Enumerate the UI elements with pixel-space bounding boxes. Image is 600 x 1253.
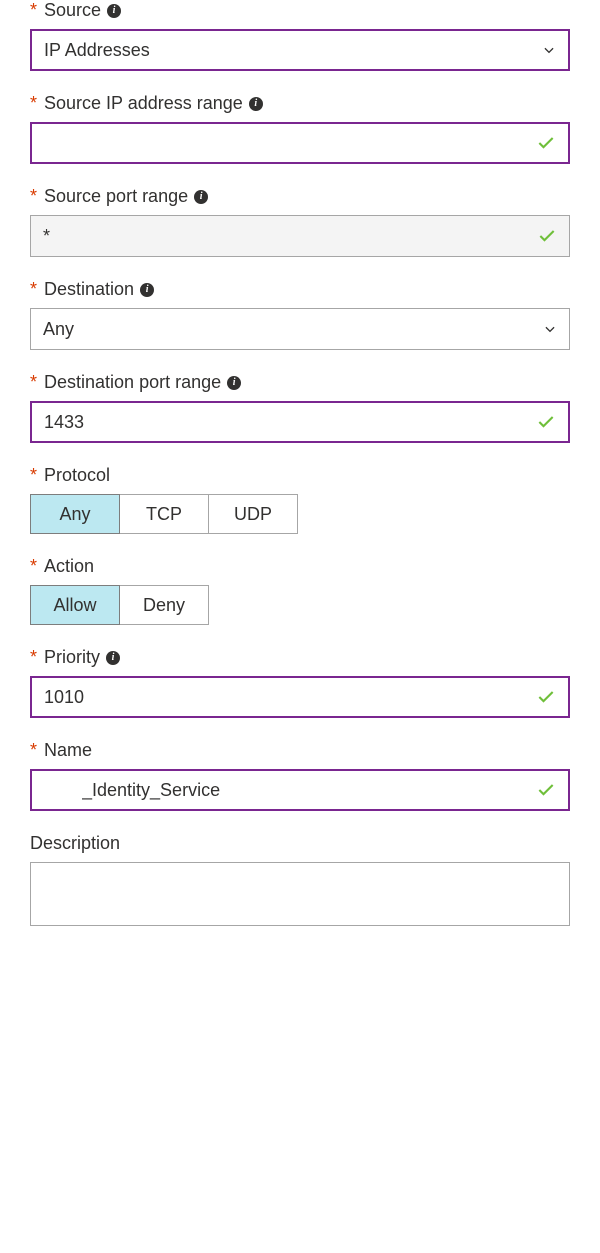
- check-icon: [536, 133, 556, 153]
- destination-port-range-label-row: * Destination port range i: [30, 372, 570, 393]
- description-input[interactable]: [30, 862, 570, 926]
- action-label-row: * Action: [30, 556, 570, 577]
- destination-port-range-input[interactable]: [44, 412, 536, 433]
- source-port-range-label: Source port range: [44, 186, 188, 207]
- info-icon[interactable]: i: [194, 190, 208, 204]
- protocol-option-udp[interactable]: UDP: [208, 494, 298, 534]
- source-ip-range-field[interactable]: [30, 122, 570, 164]
- info-icon[interactable]: i: [227, 376, 241, 390]
- destination-select[interactable]: Any: [30, 308, 570, 350]
- check-icon: [536, 780, 556, 800]
- source-ip-range-label: Source IP address range: [44, 93, 243, 114]
- required-marker: *: [30, 186, 37, 207]
- name-label: Name: [44, 740, 92, 761]
- source-label-row: * Source i: [30, 0, 570, 21]
- source-label: Source: [44, 0, 101, 21]
- description-group: Description: [30, 833, 570, 931]
- info-icon[interactable]: i: [249, 97, 263, 111]
- destination-group: * Destination i Any: [30, 279, 570, 350]
- priority-label: Priority: [44, 647, 100, 668]
- destination-port-range-group: * Destination port range i: [30, 372, 570, 443]
- action-label: Action: [44, 556, 94, 577]
- name-field[interactable]: [30, 769, 570, 811]
- action-options: Allow Deny: [30, 585, 570, 625]
- name-label-row: * Name: [30, 740, 570, 761]
- source-ip-range-label-row: * Source IP address range i: [30, 93, 570, 114]
- priority-group: * Priority i: [30, 647, 570, 718]
- check-icon: [536, 687, 556, 707]
- destination-label-row: * Destination i: [30, 279, 570, 300]
- chevron-down-icon: [543, 322, 557, 336]
- description-label-row: Description: [30, 833, 570, 854]
- priority-input[interactable]: [44, 687, 536, 708]
- required-marker: *: [30, 556, 37, 577]
- name-group: * Name: [30, 740, 570, 811]
- source-port-range-input[interactable]: [43, 226, 537, 247]
- action-group: * Action Allow Deny: [30, 556, 570, 625]
- required-marker: *: [30, 647, 37, 668]
- protocol-label: Protocol: [44, 465, 110, 486]
- info-icon[interactable]: i: [106, 651, 120, 665]
- source-port-range-group: * Source port range i: [30, 186, 570, 257]
- priority-label-row: * Priority i: [30, 647, 570, 668]
- description-label: Description: [30, 833, 120, 854]
- source-port-range-label-row: * Source port range i: [30, 186, 570, 207]
- protocol-options: Any TCP UDP: [30, 494, 570, 534]
- required-marker: *: [30, 465, 37, 486]
- priority-field[interactable]: [30, 676, 570, 718]
- destination-label: Destination: [44, 279, 134, 300]
- destination-value: Any: [43, 319, 543, 340]
- protocol-option-any[interactable]: Any: [30, 494, 120, 534]
- info-icon[interactable]: i: [140, 283, 154, 297]
- chevron-down-icon: [542, 43, 556, 57]
- source-value: IP Addresses: [44, 40, 542, 61]
- source-ip-range-group: * Source IP address range i: [30, 93, 570, 164]
- source-port-range-field[interactable]: [30, 215, 570, 257]
- source-ip-range-input[interactable]: [44, 133, 536, 154]
- required-marker: *: [30, 372, 37, 393]
- name-input[interactable]: [44, 780, 536, 801]
- check-icon: [536, 412, 556, 432]
- required-marker: *: [30, 279, 37, 300]
- check-icon: [537, 226, 557, 246]
- protocol-group: * Protocol Any TCP UDP: [30, 465, 570, 534]
- protocol-label-row: * Protocol: [30, 465, 570, 486]
- source-group: * Source i IP Addresses: [30, 0, 570, 71]
- source-select[interactable]: IP Addresses: [30, 29, 570, 71]
- required-marker: *: [30, 0, 37, 21]
- destination-port-range-label: Destination port range: [44, 372, 221, 393]
- action-option-deny[interactable]: Deny: [119, 585, 209, 625]
- required-marker: *: [30, 93, 37, 114]
- destination-port-range-field[interactable]: [30, 401, 570, 443]
- action-option-allow[interactable]: Allow: [30, 585, 120, 625]
- info-icon[interactable]: i: [107, 4, 121, 18]
- required-marker: *: [30, 740, 37, 761]
- protocol-option-tcp[interactable]: TCP: [119, 494, 209, 534]
